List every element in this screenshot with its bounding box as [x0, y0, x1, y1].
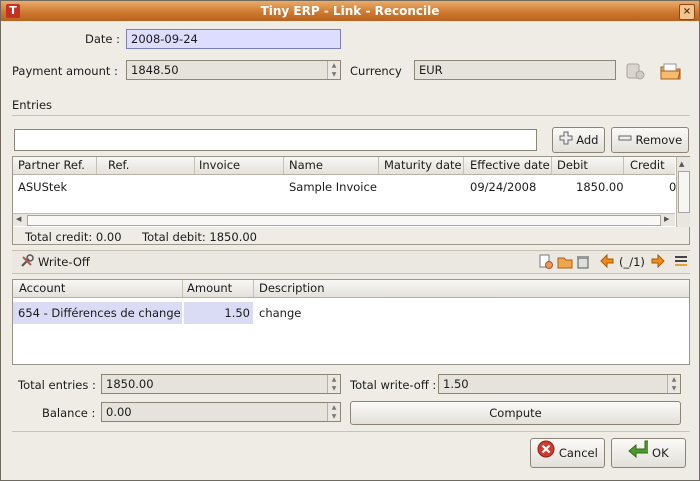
entry-name: Sample Invoice	[289, 180, 377, 194]
writeoff-account-cell[interactable]: 654 - Différences de change	[13, 302, 182, 324]
tools-icon	[20, 254, 34, 271]
balance-value: 0.00	[106, 405, 132, 419]
balance-label: Balance :	[42, 406, 96, 420]
writeoff-amount-cell[interactable]: 1.50	[184, 302, 253, 324]
switch-view-icon[interactable]	[674, 254, 688, 271]
total-credit-text: Total credit: 0.00	[25, 230, 122, 244]
total-writeoff-field[interactable]: 1.50 ▲ ▼	[438, 374, 681, 394]
ok-button[interactable]: OK	[611, 438, 686, 468]
scroll-right-icon[interactable]: ▶	[664, 215, 669, 223]
entry-effective-date: 09/24/2008	[470, 180, 537, 194]
open-line-icon[interactable]	[557, 254, 573, 272]
total-writeoff-spinner[interactable]: ▲ ▼	[667, 375, 680, 393]
date-label: Date :	[85, 32, 121, 46]
col-ref[interactable]: Ref.	[108, 158, 129, 172]
col-partner-ref[interactable]: Partner Ref.	[18, 158, 85, 172]
col-maturity-date[interactable]: Maturity date	[384, 158, 462, 172]
balance-spinner[interactable]: ▲ ▼	[327, 403, 340, 421]
scroll-up-icon[interactable]: ▲	[679, 160, 687, 168]
app-logo-icon: T	[6, 4, 20, 18]
total-entries-value: 1850.00	[106, 377, 154, 391]
total-entries-label: Total entries :	[18, 378, 96, 392]
reconcile-dialog: T Tiny ERP - Link - Reconcile × Date : 2…	[0, 0, 700, 481]
total-debit-text: Total debit: 1850.00	[142, 230, 257, 244]
new-line-icon[interactable]	[538, 254, 553, 272]
writeoff-table: Account Amount Description 654 - Différe…	[12, 279, 690, 365]
entries-search-input[interactable]	[14, 129, 537, 151]
new-record-icon[interactable]	[625, 62, 645, 83]
entries-table-header: Partner Ref. Ref. Invoice Name Maturity …	[13, 157, 675, 175]
col-credit[interactable]: Credit	[630, 158, 665, 172]
col-invoice[interactable]: Invoice	[199, 158, 240, 172]
col-description[interactable]: Description	[259, 281, 325, 295]
col-amount[interactable]: Amount	[187, 281, 232, 295]
remove-button[interactable]: Remove	[611, 127, 689, 153]
total-writeoff-value: 1.50	[443, 377, 469, 391]
total-entries-spinner[interactable]: ▲ ▼	[327, 375, 340, 393]
entries-totals-bar: Total credit: 0.00 Total debit: 1850.00	[13, 227, 689, 244]
entries-vertical-thumb[interactable]	[678, 171, 690, 213]
plus-icon	[559, 129, 573, 153]
cancel-button[interactable]: Cancel	[530, 438, 605, 468]
currency-field[interactable]: EUR	[414, 60, 616, 80]
minus-icon	[618, 129, 632, 153]
entry-partner: ASUStek	[18, 180, 68, 194]
balance-field[interactable]: 0.00 ▲ ▼	[101, 402, 341, 422]
previous-arrow-icon[interactable]	[600, 253, 614, 271]
window-title: Tiny ERP - Link - Reconcile	[260, 4, 440, 18]
ok-arrow-icon	[628, 440, 650, 468]
col-name[interactable]: Name	[289, 158, 323, 172]
compute-button[interactable]: Compute	[350, 401, 681, 425]
payment-amount-field[interactable]: 1848.50 ▲ ▼	[126, 60, 341, 80]
pager-text: (_/1)	[619, 255, 645, 269]
cancel-button-label: Cancel	[558, 446, 598, 460]
close-icon[interactable]: ×	[679, 4, 695, 20]
payment-amount-label: Payment amount :	[12, 64, 118, 78]
entries-table: Partner Ref. Ref. Invoice Name Maturity …	[12, 156, 690, 245]
col-account[interactable]: Account	[19, 281, 65, 295]
total-writeoff-label: Total write-off :	[350, 378, 437, 392]
table-row[interactable]: ASUStek Sample Invoice 09/24/2008 1850.0…	[13, 176, 676, 198]
open-folder-icon[interactable]	[659, 61, 683, 84]
delete-line-icon[interactable]	[576, 254, 590, 272]
payment-amount-value: 1848.50	[131, 63, 179, 77]
cancel-icon	[537, 440, 555, 468]
ok-button-label: OK	[652, 446, 669, 460]
add-button-label: Add	[576, 133, 599, 147]
payment-amount-spinner[interactable]: ▲ ▼	[327, 61, 340, 79]
writeoff-table-header: Account Amount Description	[13, 280, 689, 298]
add-button[interactable]: Add	[552, 127, 605, 153]
title-bar: T Tiny ERP - Link - Reconcile ×	[1, 1, 699, 21]
entries-horizontal-scrollbar[interactable]: ◀ ▶	[13, 213, 675, 226]
remove-button-label: Remove	[635, 133, 683, 147]
currency-label: Currency	[350, 64, 402, 78]
entries-vertical-scrollbar[interactable]: ▲	[676, 157, 690, 227]
writeoff-description: change	[259, 306, 302, 320]
writeoff-account: 654 - Différences de change	[18, 306, 181, 320]
scroll-left-icon[interactable]: ◀	[16, 215, 21, 223]
writeoff-amount: 1.50	[224, 306, 250, 320]
entries-separator	[12, 115, 690, 116]
col-debit[interactable]: Debit	[557, 158, 588, 172]
total-entries-field[interactable]: 1850.00 ▲ ▼	[101, 374, 341, 394]
table-row[interactable]: 654 - Différences de change 1.50 change	[13, 302, 689, 324]
footer-separator	[12, 431, 690, 432]
col-effective-date[interactable]: Effective date	[470, 158, 550, 172]
entries-horizontal-thumb[interactable]	[27, 215, 661, 226]
entries-label: Entries	[12, 98, 53, 112]
writeoff-toolbar: Write-Off (_/1)	[12, 250, 690, 274]
next-arrow-icon[interactable]	[651, 253, 665, 271]
writeoff-tab-label: Write-Off	[38, 255, 90, 269]
date-field[interactable]: 2008-09-24	[126, 29, 341, 49]
entry-debit: 1850.00	[576, 180, 624, 194]
